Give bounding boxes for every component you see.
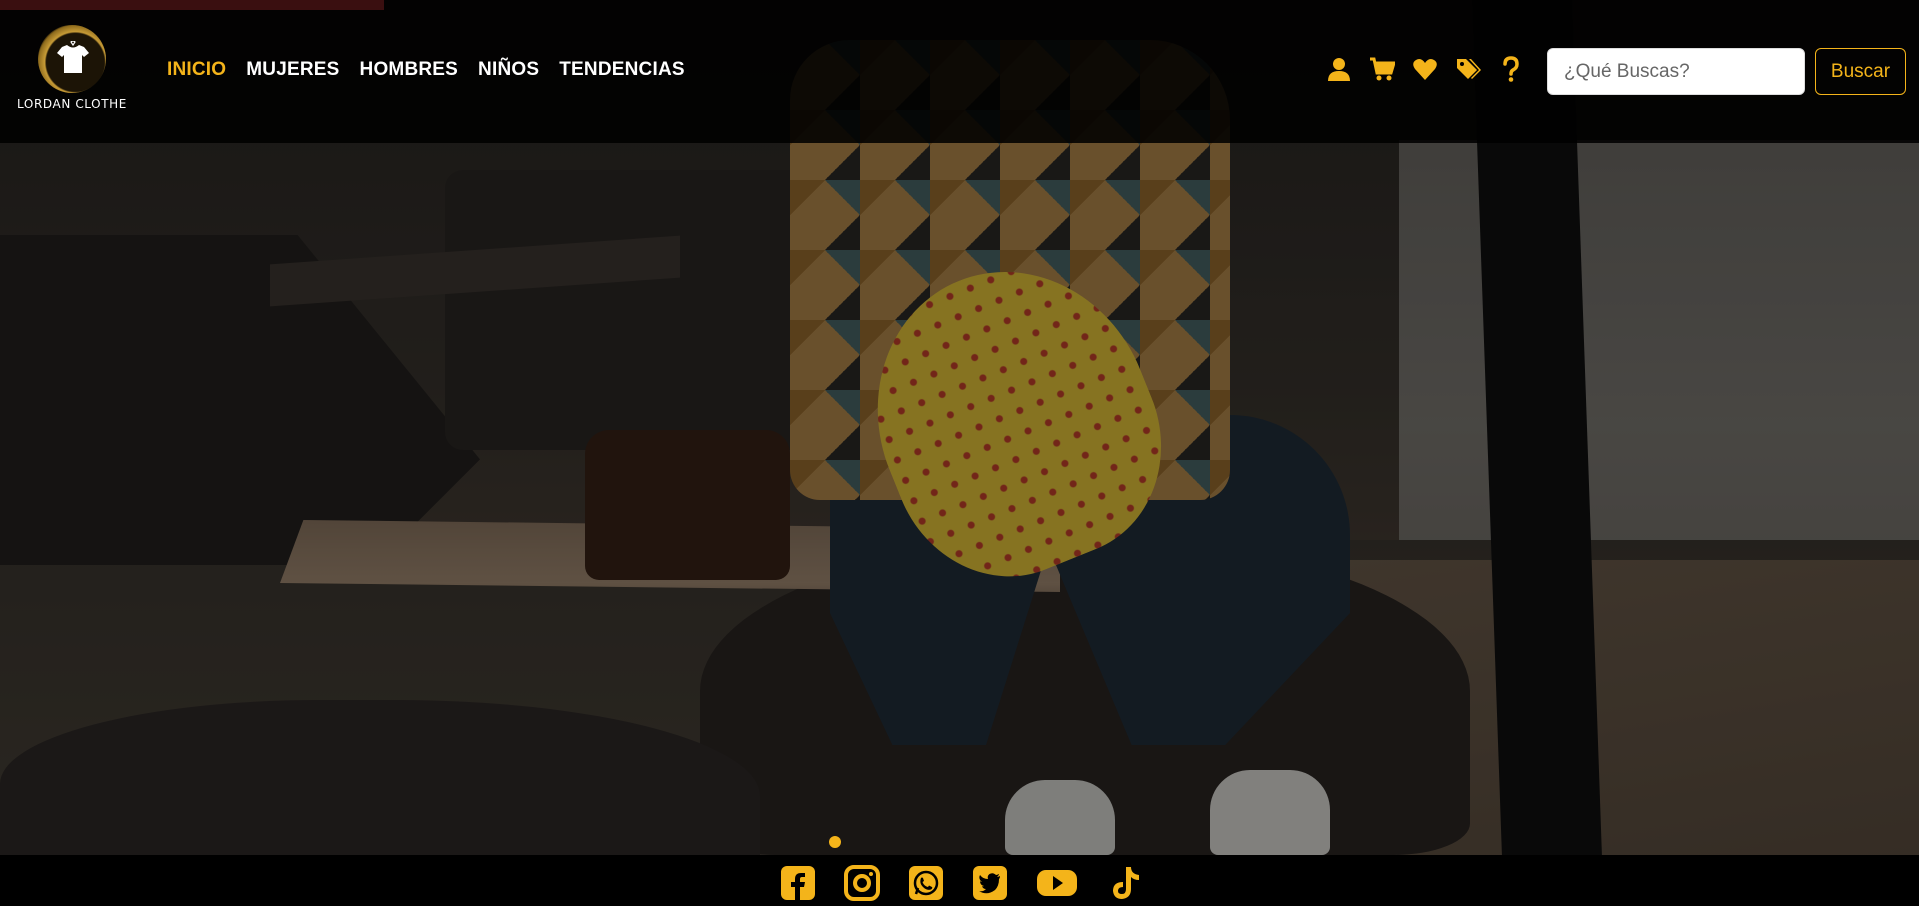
- question-icon[interactable]: [1498, 56, 1524, 82]
- tiktok-icon[interactable]: [1106, 865, 1142, 901]
- search-button[interactable]: Buscar: [1815, 48, 1906, 95]
- user-icon[interactable]: [1326, 56, 1352, 82]
- twitter-icon[interactable]: [972, 865, 1008, 901]
- nav-item-inicio[interactable]: INICIO: [167, 59, 226, 81]
- youtube-icon[interactable]: [1036, 865, 1078, 901]
- nav-item-hombres[interactable]: HOMBRES: [360, 59, 459, 81]
- brand-logo[interactable]: LORDAN CLOTHE: [14, 25, 130, 115]
- main-nav: INICIO MUJERES HOMBRES NIÑOS TENDENCIAS: [167, 59, 685, 81]
- cart-icon[interactable]: [1369, 56, 1397, 82]
- top-strip: [0, 0, 384, 10]
- carousel-indicator-dot[interactable]: [829, 836, 841, 848]
- whatsapp-icon[interactable]: [908, 865, 944, 901]
- instagram-icon[interactable]: [844, 865, 880, 901]
- search-input[interactable]: [1547, 48, 1805, 95]
- social-links: [780, 865, 1142, 901]
- logo-emblem: [38, 25, 106, 93]
- nav-item-tendencias[interactable]: TENDENCIAS: [559, 59, 685, 81]
- brand-name: LORDAN CLOTHE: [17, 97, 127, 111]
- tshirt-icon: [57, 41, 89, 73]
- tags-icon[interactable]: [1455, 56, 1481, 82]
- social-footer: [0, 855, 1919, 906]
- facebook-icon[interactable]: [780, 865, 816, 901]
- nav-item-ninos[interactable]: NIÑOS: [478, 59, 539, 81]
- header-icons: [1326, 56, 1524, 82]
- nav-item-mujeres[interactable]: MUJERES: [246, 59, 339, 81]
- site-header: LORDAN CLOTHE INICIO MUJERES HOMBRES NIÑ…: [0, 0, 1919, 143]
- heart-icon[interactable]: [1412, 56, 1438, 82]
